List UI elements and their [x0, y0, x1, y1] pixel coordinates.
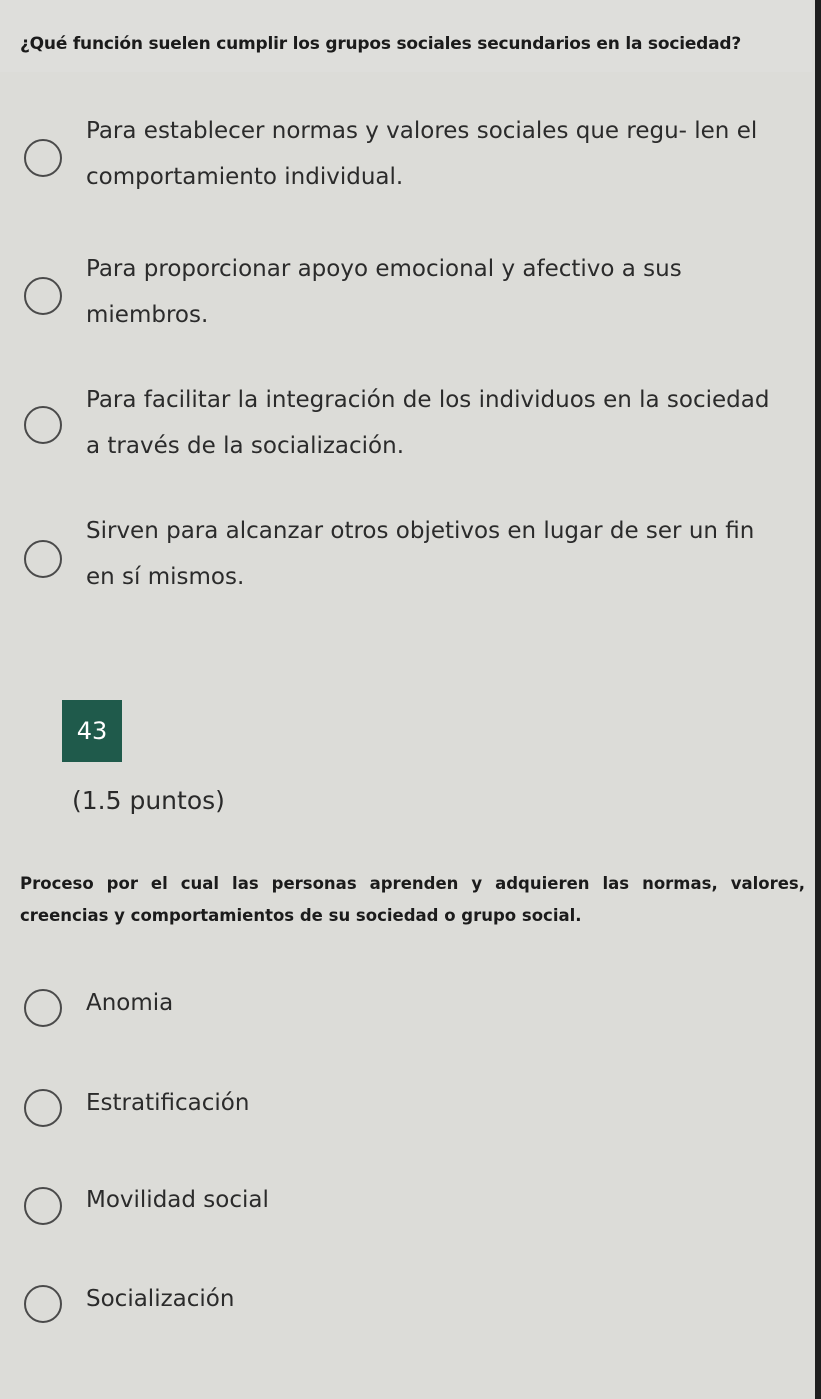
- option-radio-item[interactable]: Para establecer normas y valores sociale…: [0, 108, 812, 204]
- option-label: Para facilitar la integración de los ind…: [86, 387, 770, 459]
- option-label: Estratificación: [86, 1090, 250, 1116]
- option-radio-item[interactable]: Socialización: [0, 1276, 812, 1326]
- option-radio-item[interactable]: Movilidad social: [0, 1177, 812, 1227]
- radio-button[interactable]: [24, 989, 62, 1027]
- radio-button[interactable]: [24, 139, 62, 177]
- option-label: Anomia: [86, 990, 174, 1016]
- radio-button[interactable]: [24, 1089, 62, 1127]
- radio-button[interactable]: [24, 1285, 62, 1323]
- radio-button[interactable]: [24, 277, 62, 315]
- option-label: Para proporcionar apoyo emocional y afec…: [86, 256, 682, 328]
- radio-button[interactable]: [24, 540, 62, 578]
- option-radio-item[interactable]: Sirven para alcanzar otros objetivos en …: [0, 508, 812, 604]
- option-radio-item[interactable]: Para facilitar la integración de los ind…: [0, 377, 812, 473]
- question-points: (1.5 puntos): [72, 786, 225, 815]
- option-label: Para establecer normas y valores sociale…: [86, 118, 758, 190]
- question-header: ¿Qué función suelen cumplir los grupos s…: [0, 0, 812, 72]
- option-radio-item[interactable]: Anomia: [0, 980, 812, 1030]
- option-label: Socialización: [86, 1286, 235, 1312]
- option-label: Movilidad social: [86, 1187, 269, 1213]
- radio-button[interactable]: [24, 1187, 62, 1225]
- quiz-page: ¿Qué función suelen cumplir los grupos s…: [0, 0, 821, 1399]
- question-text: Proceso por el cual las personas aprende…: [20, 874, 805, 925]
- option-label: Sirven para alcanzar otros objetivos en …: [86, 518, 755, 590]
- question-text: ¿Qué función suelen cumplir los grupos s…: [20, 34, 742, 54]
- radio-button[interactable]: [24, 406, 62, 444]
- option-radio-item[interactable]: Para proporcionar apoyo emocional y afec…: [0, 246, 812, 342]
- question-number-badge: 43: [62, 700, 122, 762]
- option-radio-item[interactable]: Estratificación: [0, 1080, 812, 1130]
- screen-edge: [815, 0, 821, 1399]
